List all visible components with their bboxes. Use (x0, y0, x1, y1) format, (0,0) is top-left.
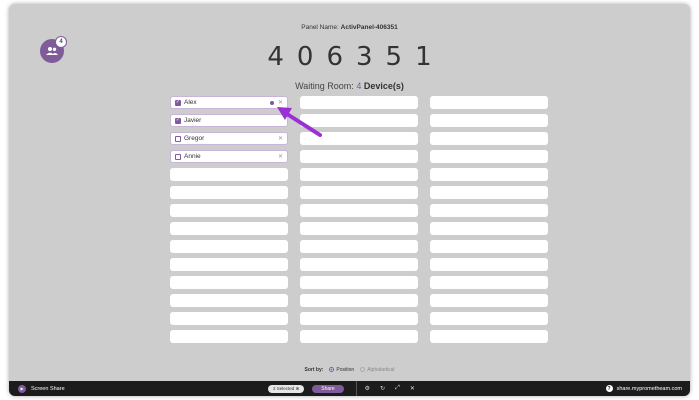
empty-slot (430, 222, 548, 235)
empty-slot (300, 222, 418, 235)
empty-slot (170, 204, 288, 217)
panel-pin-code: 406351 (267, 42, 445, 72)
empty-slot (300, 330, 418, 343)
device-slot-grid: Alex ✕ Javier Gregor ✕ Annie ✕ (170, 96, 548, 343)
empty-slot (170, 330, 288, 343)
panel-name-value: ActivPanel-406351 (340, 24, 398, 31)
device-name: Annie (184, 153, 201, 160)
empty-slot (300, 150, 418, 163)
help-icon[interactable]: ? (605, 385, 613, 392)
expand-icon[interactable]: ⤢ (395, 385, 400, 392)
sort-controls: Sort by: Position Alphabetical (9, 367, 690, 373)
device-slot-alex[interactable]: Alex ✕ (170, 96, 288, 109)
settings-icon[interactable]: ⚙ (365, 385, 370, 392)
empty-slot (300, 186, 418, 199)
empty-slot (430, 204, 548, 217)
empty-slot (170, 240, 288, 253)
empty-slot (300, 114, 418, 127)
bottom-toolbar: ▶ Screen Share 2 Selected ⊗ Share ⚙ ↻ ⤢ … (9, 381, 690, 396)
empty-slot (430, 258, 548, 271)
device-name: Javier (184, 117, 202, 124)
empty-slot (300, 240, 418, 253)
waiting-room-label: Waiting Room: (295, 81, 354, 91)
device-checkbox[interactable] (175, 153, 181, 160)
empty-slot (170, 294, 288, 307)
selected-count-pill[interactable]: 2 Selected ⊗ (268, 384, 305, 393)
close-icon[interactable]: ✕ (410, 385, 415, 392)
share-url-area: ? share.myprometheam.com (605, 385, 682, 392)
remove-device-icon[interactable]: ✕ (278, 153, 283, 160)
device-slot-javier[interactable]: Javier (170, 114, 288, 127)
screen-share-logo-icon: ▶ (18, 384, 26, 393)
empty-slot (300, 204, 418, 217)
share-button[interactable]: Share (312, 384, 344, 393)
screen-share-window: 4 Panel Name: ActivPanel-406351 406351 W… (9, 4, 690, 396)
empty-slot (170, 276, 288, 289)
empty-slot (430, 276, 548, 289)
empty-slot (430, 132, 548, 145)
panel-name: Panel Name: ActivPanel-406351 (9, 24, 690, 31)
device-slot-gregor[interactable]: Gregor ✕ (170, 132, 288, 145)
empty-slot (300, 294, 418, 307)
empty-slot (170, 258, 288, 271)
toolbar-tools: ⚙ ↻ ⤢ ✕ (355, 381, 415, 396)
empty-slot (170, 312, 288, 325)
sort-option-alphabetical[interactable]: Alphabetical (360, 367, 394, 373)
empty-slot (430, 186, 548, 199)
empty-slot (170, 222, 288, 235)
empty-slot (430, 294, 548, 307)
empty-slot (430, 114, 548, 127)
remove-device-icon[interactable]: ✕ (278, 99, 283, 106)
sort-label: Sort by: (304, 367, 324, 373)
app-label: Screen Share (31, 385, 65, 392)
refresh-icon[interactable]: ↻ (380, 385, 385, 392)
empty-slot (170, 186, 288, 199)
device-checkbox[interactable] (175, 117, 181, 124)
empty-slot (430, 150, 548, 163)
waiting-room-count: 4 (356, 81, 362, 91)
share-url: share.myprometheam.com (616, 385, 682, 392)
device-name: Alex (184, 99, 197, 106)
status-dot-icon (270, 101, 274, 105)
radio-selected-icon (329, 367, 335, 373)
empty-slot (300, 132, 418, 145)
panel-name-label: Panel Name: (301, 24, 339, 31)
empty-slot (300, 168, 418, 181)
empty-slot (300, 312, 418, 325)
empty-slot (430, 168, 548, 181)
empty-slot (430, 96, 548, 109)
sort-option-position[interactable]: Position (329, 367, 354, 373)
empty-slot (430, 312, 548, 325)
device-checkbox[interactable] (175, 135, 181, 142)
empty-slot (300, 258, 418, 271)
waiting-room-suffix: Device(s) (363, 81, 404, 91)
empty-slot (430, 240, 548, 253)
app-title-area: ▶ Screen Share (18, 384, 268, 393)
device-slot-annie[interactable]: Annie ✕ (170, 150, 288, 163)
radio-unselected-icon (360, 367, 366, 373)
empty-slot (300, 96, 418, 109)
empty-slot (300, 276, 418, 289)
device-name: Gregor (184, 135, 205, 142)
remove-device-icon[interactable]: ✕ (278, 135, 283, 142)
empty-slot (170, 168, 288, 181)
device-checkbox[interactable] (175, 99, 181, 106)
waiting-room-status: Waiting Room: 4 Device(s) (9, 81, 690, 91)
empty-slot (430, 330, 548, 343)
